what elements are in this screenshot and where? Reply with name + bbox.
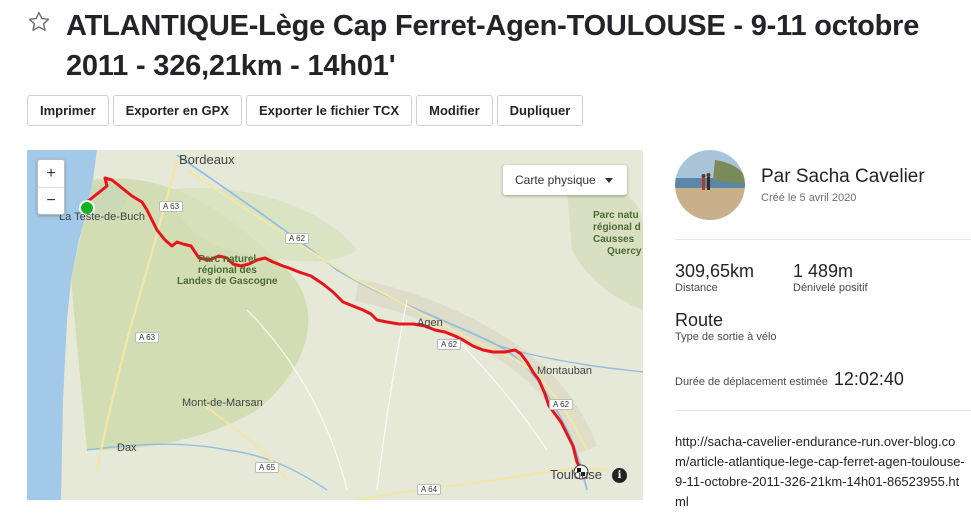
route-title: ATLANTIQUE-Lège Cap Ferret-Agen-TOULOUSE…	[66, 10, 920, 82]
duration-value: 12:02:40	[833, 369, 904, 389]
zoom-in-button[interactable]: +	[38, 160, 64, 187]
map-label-agen: Agen	[417, 317, 443, 329]
map-label-text: régional d	[593, 222, 641, 233]
map-label-toulouse: Toulouse	[550, 467, 603, 482]
zoom-control: + −	[37, 159, 65, 215]
author-name[interactable]: Par Sacha Cavelier	[761, 166, 925, 188]
duration-label: Durée de déplacement estimée	[675, 376, 828, 388]
elevation-value: 1 489m	[793, 261, 854, 281]
avatar[interactable]	[675, 150, 745, 220]
action-bar: Imprimer Exporter en GPX Exporter le fic…	[27, 95, 584, 126]
road-shield-a63: A 63	[159, 201, 184, 212]
zoom-out-button[interactable]: −	[38, 187, 64, 214]
chevron-down-icon	[605, 178, 613, 183]
map-type-label: Carte physique	[515, 173, 596, 187]
map-label-text: Parc naturel	[198, 254, 257, 265]
map-label-la-teste: La Teste-de-Buch	[59, 211, 146, 223]
map-label-dax: Dax	[117, 442, 137, 454]
distance-value: 309,65km	[675, 261, 755, 281]
map-label-montauban: Montauban	[537, 365, 593, 377]
route-type: Route	[675, 310, 724, 330]
map-label-parc-causses: Parc natu régional d Causses Quercy	[593, 210, 641, 258]
road-shield-a63: A 63	[135, 332, 160, 343]
edit-button[interactable]: Modifier	[416, 95, 493, 126]
map-label-bordeaux: Bordeaux	[179, 152, 235, 167]
road-shield-a62: A 62	[549, 399, 574, 410]
print-button[interactable]: Imprimer	[27, 95, 109, 126]
star-outline-icon[interactable]	[27, 10, 51, 34]
divider	[675, 410, 971, 411]
map-label-text: régional des	[197, 265, 257, 276]
road-shield-a64: A 64	[417, 484, 442, 495]
road-shield-a62: A 62	[437, 339, 462, 350]
route-type-label: Type de sortie à vélo	[675, 331, 777, 343]
map-label-text: Quercy	[607, 246, 642, 257]
map-label-text: Landes de Gascogne	[177, 276, 278, 287]
info-icon[interactable]: i	[612, 468, 627, 483]
export-tcx-button[interactable]: Exporter le fichier TCX	[245, 95, 413, 126]
map-label-parc-landes: Parc naturel régional des Landes de Gasc…	[177, 254, 278, 287]
secondary-road	[376, 299, 408, 491]
map-label-text: Causses	[593, 234, 635, 245]
road-shield-a62: A 62	[285, 233, 310, 244]
map-type-select[interactable]: Carte physique	[503, 165, 627, 195]
estimated-duration: Durée de déplacement estimée 12:02:40	[675, 369, 904, 390]
map-label-mont-de-marsan: Mont-de-Marsan	[182, 397, 263, 409]
divider	[675, 239, 971, 240]
road-shield-a65: A 65	[255, 462, 280, 473]
map-label-text: Parc natu	[593, 210, 639, 221]
distance-label: Distance	[675, 282, 718, 294]
route-description[interactable]: http://sacha-cavelier-endurance-run.over…	[675, 432, 965, 512]
elevation-label: Dénivelé positif	[793, 282, 868, 294]
route-map[interactable]: Bordeaux La Teste-de-Buch Parc naturel r…	[27, 150, 643, 500]
duplicate-button[interactable]: Dupliquer	[496, 95, 584, 126]
export-gpx-button[interactable]: Exporter en GPX	[112, 95, 242, 126]
created-date: Créé le 5 avril 2020	[761, 192, 857, 204]
